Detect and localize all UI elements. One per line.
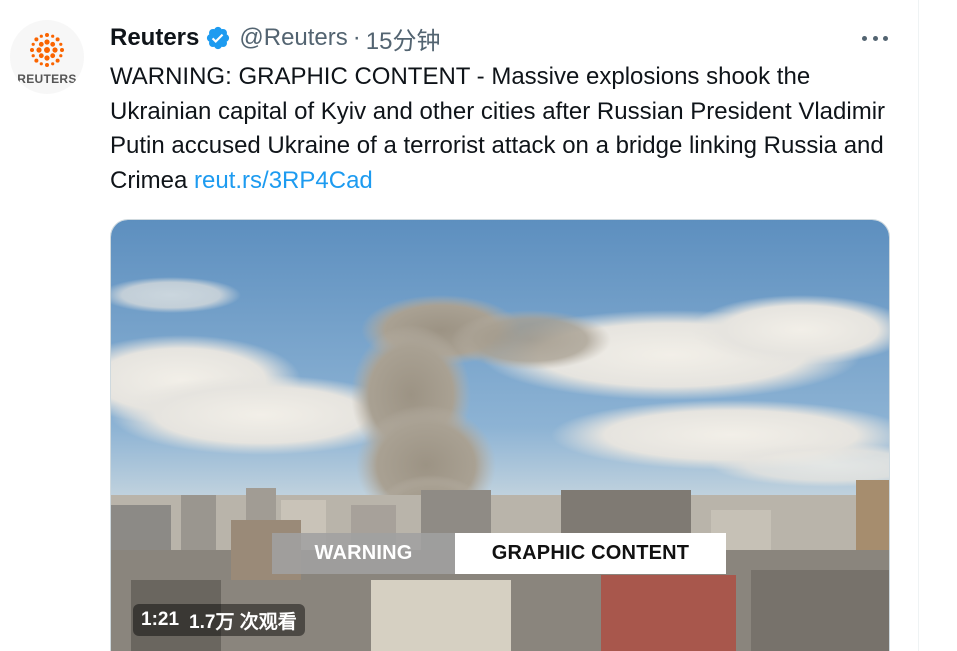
avatar-wordmark: REUTERS [17,72,77,86]
more-dot [883,35,888,41]
more-options-icon[interactable] [858,26,892,50]
video-thumbnail [111,220,889,651]
tweet-link[interactable]: reut.rs/3RP4Cad [194,167,373,194]
author-name[interactable]: Reuters [110,24,199,52]
author-handle[interactable]: @Reuters [239,24,347,52]
warning-label: WARNING [272,533,455,574]
timeline-divider [918,0,919,651]
video-views: 1.7万 次观看 [189,611,297,633]
tweet-timestamp[interactable]: 15分钟 [366,21,441,56]
header-separator: · [352,24,361,51]
avatar[interactable]: REUTERS [10,20,84,94]
graphic-content-label: GRAPHIC CONTENT [455,533,726,574]
tweet-text: WARNING: GRAPHIC CONTENT - Massive explo… [110,60,890,198]
video-duration: 1:21 [141,609,180,630]
video-player[interactable]: WARNING GRAPHIC CONTENT 1:21 1.7万 次观看 [110,219,890,651]
graphic-content-warning: WARNING GRAPHIC CONTENT [272,533,726,574]
video-meta: 1:21 1.7万 次观看 [133,604,305,636]
more-dot [872,35,878,41]
more-dot [862,35,867,41]
tweet-header: Reuters @Reuters · 15分钟 [110,21,441,56]
verified-badge-icon [205,25,231,51]
